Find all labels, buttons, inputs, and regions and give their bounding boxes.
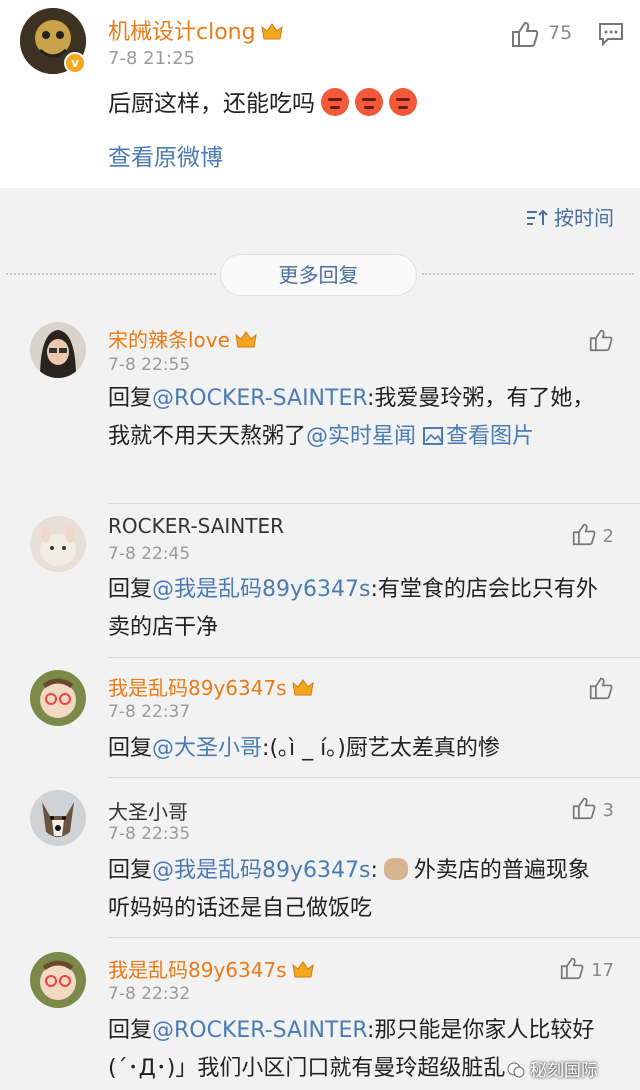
view-image-link[interactable]: 查看图片	[423, 424, 534, 449]
mention-link[interactable]: @我是乱码89y6347s	[152, 577, 370, 602]
username[interactable]: 我是乱码89y6347s	[108, 672, 315, 701]
username[interactable]: 大圣小哥	[108, 796, 188, 825]
comment-icon[interactable]	[598, 22, 624, 46]
comment-text: 回复@我是乱码89y6347s: 外卖店的普遍现象 听妈妈的话还是自己做饭吃	[108, 858, 590, 921]
username[interactable]: 宋的辣条love	[108, 324, 258, 353]
username[interactable]: 我是乱码89y6347s	[108, 954, 315, 983]
avatar[interactable]	[30, 790, 86, 846]
comment-text: 回复@ROCKER-SAINTER:我爱曼玲粥，有了她，我就不用天天熬粥了@实时…	[108, 386, 595, 449]
comment-text: 回复@大圣小哥:(｡ì _ í｡)厨艺太差真的惨	[108, 736, 500, 761]
divider	[108, 503, 640, 504]
vip-crown-icon	[235, 331, 257, 348]
mention-link[interactable]: @ROCKER-SAINTER	[152, 386, 367, 411]
like-button[interactable]	[588, 328, 614, 353]
angry-face-icon	[355, 88, 383, 116]
mention-link[interactable]: @我是乱码89y6347s	[152, 858, 370, 883]
avatar[interactable]	[30, 952, 86, 1008]
mention-link[interactable]: @实时星闻	[306, 424, 416, 449]
like-count: 3	[602, 800, 614, 821]
username[interactable]: 机械设计clong	[108, 14, 284, 46]
original-post: v 机械设计clong 7-8 21:25 后厨这样，还能吃吗 查看原微博 75	[0, 0, 640, 188]
avatar[interactable]	[30, 322, 86, 378]
angry-face-icon	[389, 88, 417, 116]
thumbs-up-icon	[572, 523, 596, 546]
image-icon	[423, 427, 444, 445]
thumbs-up-icon	[561, 957, 584, 980]
comment-time: 7-8 22:35	[108, 824, 191, 844]
vip-crown-icon	[260, 23, 283, 40]
comment-time: 7-8 22:45	[108, 544, 191, 564]
mention-link[interactable]: @大圣小哥	[152, 736, 262, 761]
mention-link[interactable]: @ROCKER-SAINTER	[152, 1018, 367, 1043]
wechat-icon	[507, 1062, 525, 1078]
like-count: 75	[548, 22, 573, 44]
thumbs-up-icon	[589, 677, 613, 700]
comment-time: 7-8 22:32	[108, 984, 191, 1004]
comment-time: 7-8 22:37	[108, 702, 191, 722]
view-original-link[interactable]: 查看原微博	[108, 138, 223, 172]
divider	[422, 273, 634, 275]
post-text: 后厨这样，还能吃吗	[108, 84, 417, 118]
like-button[interactable]: 3	[571, 796, 614, 821]
username[interactable]: ROCKER-SAINTER	[108, 514, 284, 538]
divider	[108, 937, 640, 938]
sort-icon	[527, 209, 548, 225]
more-replies-button[interactable]: 更多回复	[220, 254, 417, 296]
angry-face-icon	[321, 88, 349, 116]
sort-by-time-button[interactable]: 按时间	[526, 202, 614, 231]
post-time: 7-8 21:25	[108, 48, 195, 69]
vip-crown-icon	[291, 679, 314, 696]
like-count: 17	[591, 960, 614, 981]
verified-badge-icon: v	[64, 52, 86, 74]
vip-crown-icon	[291, 961, 314, 978]
like-button[interactable]: 17	[559, 956, 614, 981]
cat-face-emoji-icon	[383, 858, 408, 880]
comment-text: 回复@我是乱码89y6347s:有堂食的店会比只有外卖的店干净	[108, 577, 598, 640]
like-count: 2	[602, 526, 614, 547]
avatar[interactable]	[30, 670, 86, 726]
thumbs-up-icon[interactable]	[510, 20, 540, 48]
watermark: 秘刻国际	[506, 1056, 598, 1081]
like-button[interactable]: 2	[571, 522, 614, 547]
avatar[interactable]	[30, 516, 86, 572]
divider	[108, 657, 640, 658]
like-button[interactable]	[588, 676, 614, 701]
thumbs-up-icon	[572, 797, 596, 820]
divider	[108, 777, 640, 778]
divider	[6, 273, 216, 275]
comment-time: 7-8 22:55	[108, 355, 191, 375]
thumbs-up-icon	[589, 329, 613, 352]
